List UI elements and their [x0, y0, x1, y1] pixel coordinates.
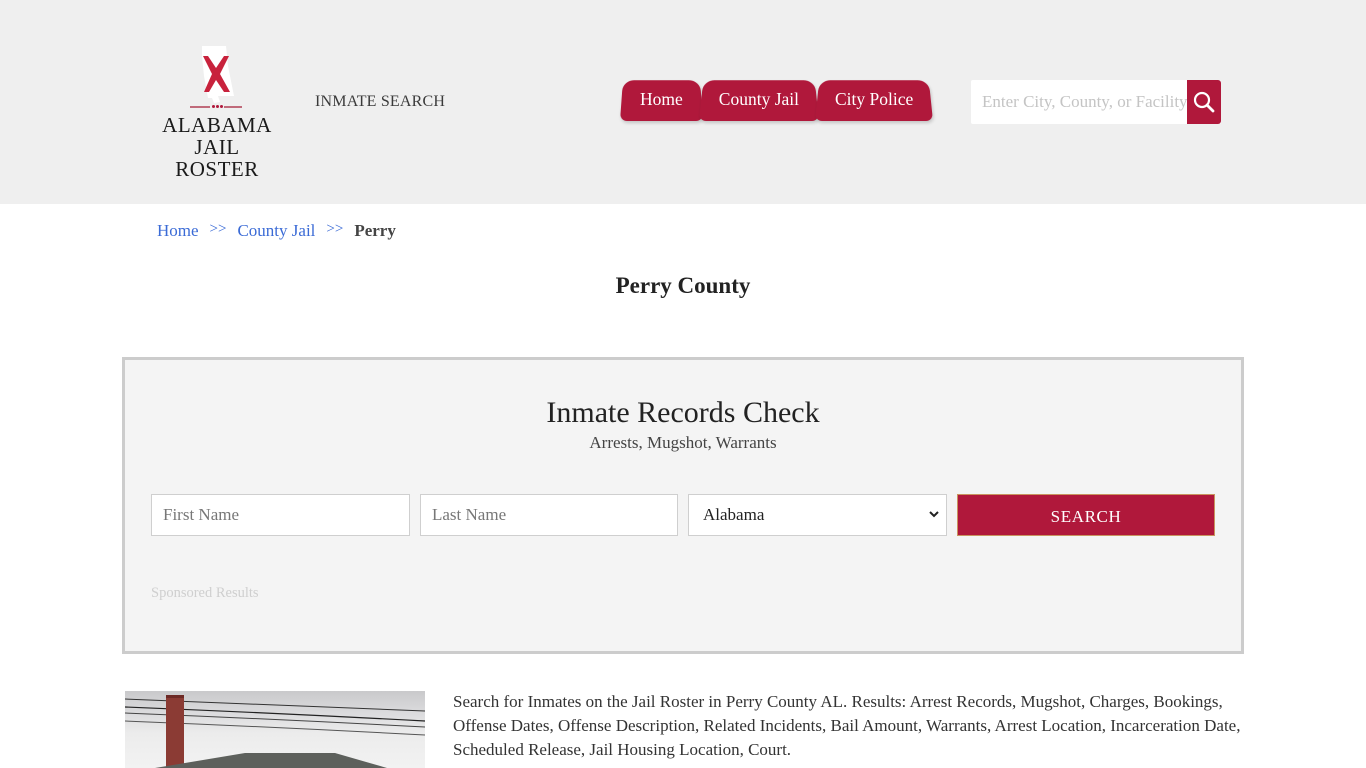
inmate-search-link[interactable]: INMATE SEARCH: [315, 93, 445, 111]
first-name-input[interactable]: [151, 494, 410, 536]
facility-search-button[interactable]: [1187, 80, 1221, 124]
facility-search-input[interactable]: [971, 80, 1187, 124]
main-nav: Home County Jail City Police: [620, 77, 929, 121]
nav-tab-city-police[interactable]: City Police: [815, 77, 933, 121]
nav-tab-label: Home: [640, 89, 683, 109]
logo-line-1: ALABAMA: [162, 113, 272, 137]
breadcrumb-separator: >>: [209, 221, 227, 237]
site-logo[interactable]: ALABAMA JAIL ROSTER: [152, 44, 282, 180]
last-name-input[interactable]: [420, 494, 678, 536]
page-title: Perry County: [615, 273, 751, 298]
nav-tab-county-jail[interactable]: County Jail: [699, 77, 819, 121]
breadcrumb-county-jail[interactable]: County Jail: [237, 221, 315, 241]
nav-tab-label: City Police: [835, 89, 914, 109]
records-title: Inmate Records Check: [546, 396, 820, 429]
facility-photo: [125, 691, 425, 768]
facility-search: [971, 80, 1221, 124]
state-select-value: Alabama: [703, 505, 765, 524]
logo-line-2: JAIL ROSTER: [175, 135, 259, 181]
logo-text: ALABAMA JAIL ROSTER: [152, 114, 282, 180]
logo-divider: [190, 105, 242, 108]
breadcrumb-current: Perry: [354, 221, 396, 240]
sponsored-results-label: Sponsored Results: [151, 585, 259, 601]
breadcrumb: Home >> County Jail >> Perry: [157, 221, 396, 241]
county-description: Search for Inmates on the Jail Roster in…: [453, 692, 1241, 759]
site-header: ALABAMA JAIL ROSTER INMATE SEARCH Home C…: [0, 0, 1366, 204]
chevron-down-icon: [929, 511, 939, 518]
inmate-records-panel: Inmate Records Check Arrests, Mugshot, W…: [122, 357, 1244, 654]
records-search-button[interactable]: SEARCH: [957, 494, 1215, 536]
breadcrumb-home[interactable]: Home: [157, 221, 199, 241]
alabama-map-flag-icon: [202, 46, 234, 103]
state-select[interactable]: Alabama: [688, 494, 947, 536]
nav-tab-label: County Jail: [718, 89, 799, 109]
records-subtitle: Arrests, Mugshot, Warrants: [589, 433, 777, 452]
nav-tab-home[interactable]: Home: [620, 77, 703, 121]
facility-photo-illustration: [125, 695, 425, 768]
breadcrumb-separator: >>: [326, 221, 344, 237]
search-icon: [1193, 91, 1215, 113]
